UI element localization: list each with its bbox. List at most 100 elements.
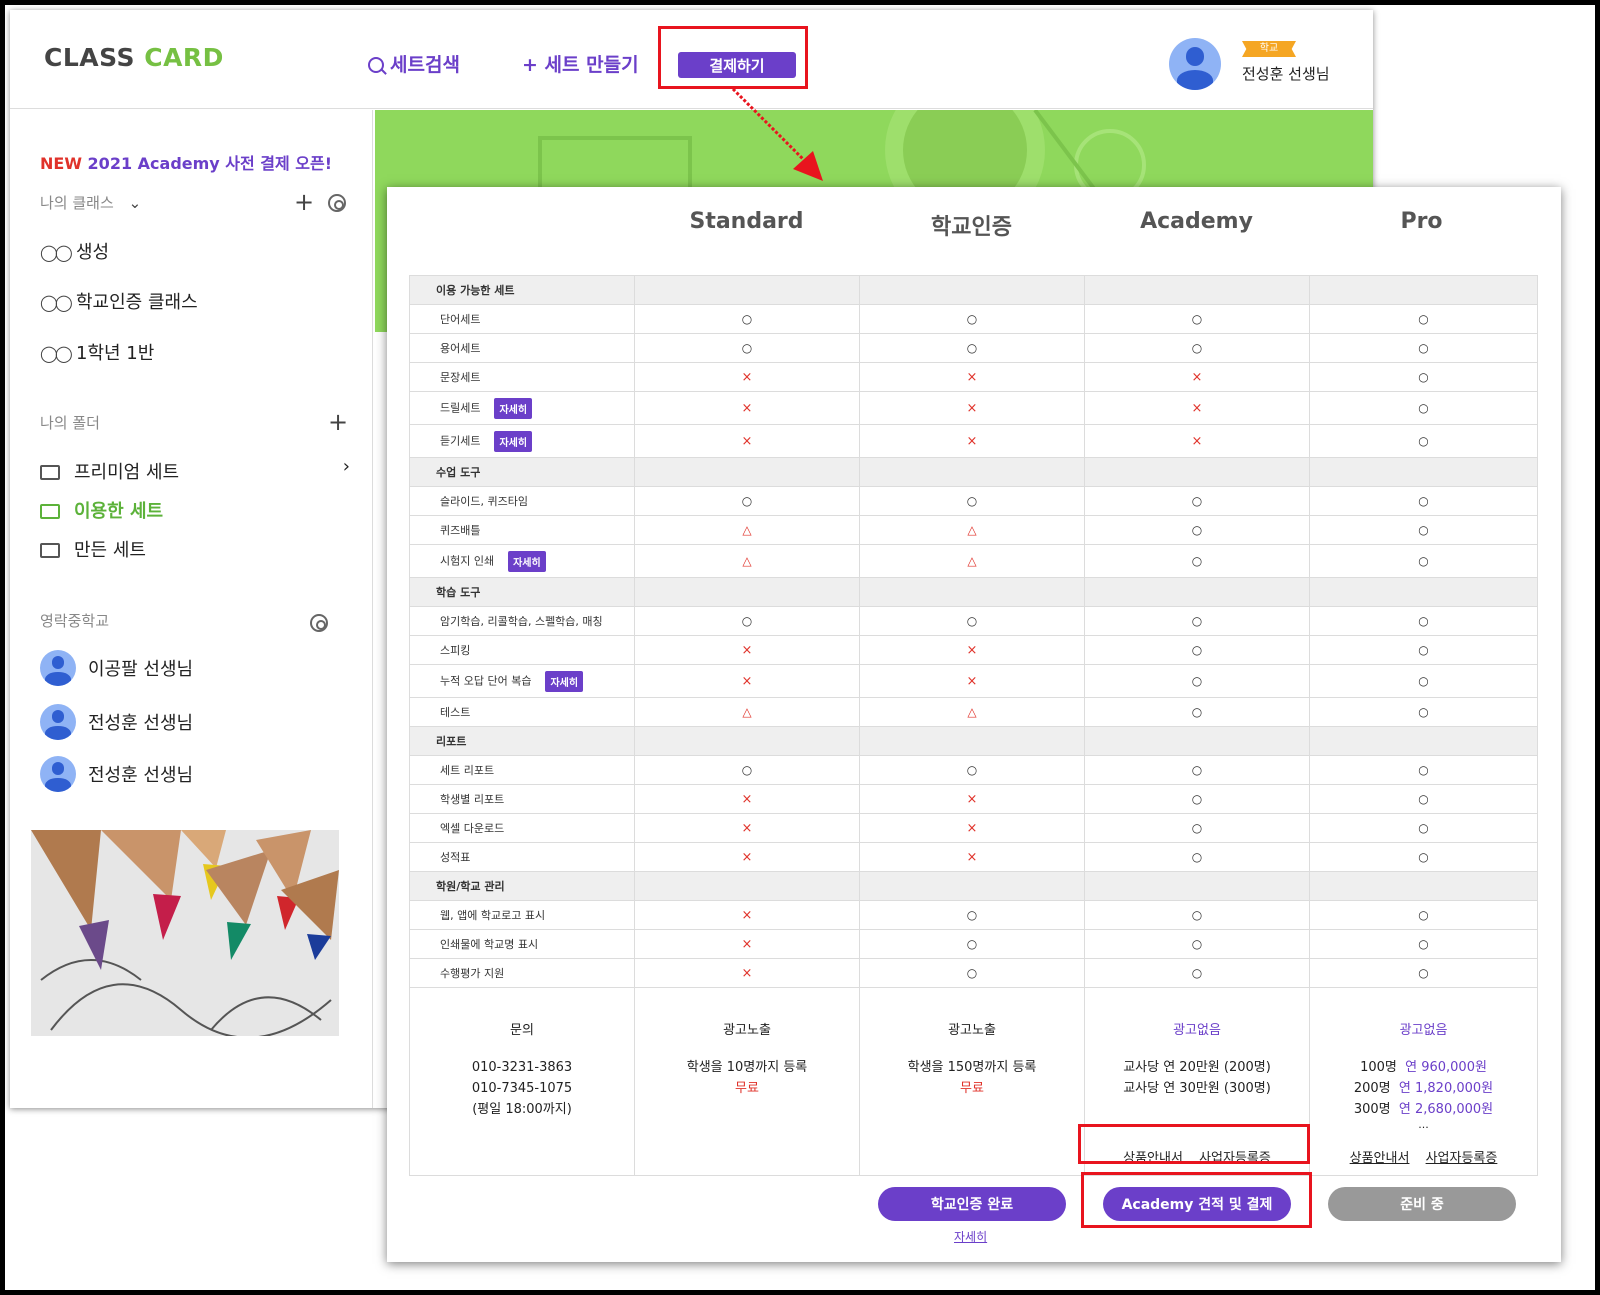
- feature-mark-cell: ○: [1084, 958, 1310, 988]
- feature-label: 테스트: [440, 706, 471, 719]
- school-settings-button[interactable]: [310, 612, 328, 636]
- feature-mark-cell: ○: [1309, 304, 1538, 334]
- add-class-plus-icon[interactable]: +: [294, 190, 314, 214]
- class-item-label: 학교인증 클래스: [76, 292, 198, 313]
- teacher-item-2[interactable]: 전성훈 선생님: [40, 756, 193, 792]
- feature-row: 웹, 앱에 학교로고 표시 × ○ ○ ○: [409, 900, 1538, 930]
- feature-mark-cell: ○: [1084, 515, 1310, 545]
- feature-mark-cell: ○: [1084, 486, 1310, 516]
- ad-status: 광고노출: [948, 1023, 996, 1038]
- folder-icon: [40, 504, 60, 519]
- feature-mark-cell: ×: [859, 813, 1085, 843]
- feature-mark-cell: ×: [859, 362, 1085, 392]
- category-empty-cell: [634, 275, 860, 305]
- feature-mark-cell: ○: [1084, 929, 1310, 959]
- plan-header-school: 학교인증: [931, 215, 1012, 240]
- feature-mark-cell: ×: [859, 842, 1085, 872]
- feature-row: 테스트 △ △ ○ ○: [409, 697, 1538, 727]
- academy-quote-payment-button[interactable]: Academy 견적 및 결제: [1103, 1187, 1291, 1221]
- gear-icon: [310, 614, 328, 632]
- unavailable-mark: ×: [966, 673, 978, 689]
- unavailable-mark: ×: [966, 820, 978, 836]
- available-mark: ○: [1418, 966, 1429, 980]
- feature-row: 세트 리포트 ○ ○ ○ ○: [409, 755, 1538, 785]
- teacher-item-1[interactable]: 전성훈 선생님: [40, 704, 193, 740]
- feature-mark-cell: ×: [859, 424, 1085, 458]
- available-mark: ○: [1418, 370, 1429, 384]
- detail-tag-button[interactable]: 자세히: [494, 430, 533, 452]
- category-empty-cell: [1084, 275, 1310, 305]
- class-item-1[interactable]: ◯◯ 학교인증 클래스: [40, 288, 198, 314]
- unavailable-mark: ×: [741, 433, 753, 449]
- category-empty-cell: [1309, 871, 1538, 901]
- detail-tag-button[interactable]: 자세히: [508, 550, 546, 572]
- teacher-item-0[interactable]: 이공팔 선생님: [40, 650, 193, 686]
- folder-item-1[interactable]: 이용한 세트: [40, 497, 163, 523]
- user-avatar[interactable]: [1169, 38, 1221, 90]
- feature-mark-cell: ×: [859, 784, 1085, 814]
- available-mark: ○: [1418, 908, 1429, 922]
- school-verification-done-button[interactable]: 학교인증 완료: [878, 1187, 1066, 1221]
- available-mark: ○: [1191, 643, 1203, 657]
- feature-label: 누적 오답 단어 복습: [440, 674, 532, 687]
- product-guide-link[interactable]: 상품안내서: [1123, 1151, 1183, 1166]
- class-item-2[interactable]: ◯◯ 1학년 1반: [40, 339, 154, 365]
- plan-price: 무료: [735, 1081, 759, 1096]
- feature-mark-cell: △: [634, 515, 860, 545]
- class-item-0[interactable]: ◯◯ 생성: [40, 238, 109, 264]
- feature-row: 암기학습, 리콜학습, 스펠학습, 매칭 ○ ○ ○ ○: [409, 606, 1538, 636]
- category-label: 학습 도구: [436, 586, 481, 599]
- feature-mark-cell: ×: [634, 391, 860, 425]
- folder-item-2[interactable]: 만든 세트: [40, 536, 146, 562]
- add-folder-plus-icon[interactable]: +: [328, 410, 348, 434]
- set-search-link[interactable]: 세트검색: [368, 50, 460, 77]
- contact-phone[interactable]: 010-7345-1075: [410, 1078, 634, 1099]
- feature-mark-cell: ○: [859, 958, 1085, 988]
- available-mark: ○: [1418, 554, 1429, 568]
- feature-mark-cell: ○: [1084, 784, 1310, 814]
- detail-tag-button[interactable]: 자세히: [545, 670, 584, 692]
- promo-banner-link[interactable]: NEW 2021 Academy 사전 결제 오픈!: [40, 150, 332, 174]
- plan-price: 무료: [960, 1081, 984, 1096]
- create-set-link[interactable]: + 세트 만들기: [522, 50, 639, 77]
- unavailable-mark: ×: [741, 907, 753, 923]
- product-guide-link[interactable]: 상품안내서: [1350, 1151, 1410, 1166]
- pay-button[interactable]: 결제하기: [678, 52, 796, 78]
- business-registration-link[interactable]: 사업자등록증: [1426, 1151, 1498, 1166]
- search-icon: [368, 57, 384, 73]
- user-name[interactable]: 전성훈 선생님: [1242, 63, 1330, 84]
- my-class-dropdown[interactable]: 나의 클래스 ⌄: [40, 192, 141, 213]
- feature-label-cell: 인쇄물에 학교명 표시: [409, 929, 635, 959]
- feature-label-cell: 듣기세트 자세히: [409, 424, 635, 458]
- contact-hours: (평일 18:00까지): [472, 1102, 572, 1117]
- feature-mark-cell: ○: [1084, 842, 1310, 872]
- unavailable-mark: ×: [741, 642, 753, 658]
- available-mark: ○: [1191, 494, 1203, 508]
- feature-mark-cell: △: [634, 697, 860, 727]
- feature-mark-cell: ○: [859, 333, 1085, 363]
- category-label-cell: 리포트: [409, 726, 635, 756]
- class-settings-button[interactable]: [328, 192, 346, 216]
- plan-price-line: 교사당 연 20만원 (200명): [1123, 1060, 1271, 1075]
- class-card-logo[interactable]: CLASS CARD: [44, 43, 224, 72]
- feature-label-cell: 학생별 리포트: [409, 784, 635, 814]
- pro-preparing-button[interactable]: 준비 중: [1328, 1187, 1516, 1221]
- available-mark: ○: [1191, 312, 1203, 326]
- detail-tag-button[interactable]: 자세히: [494, 397, 533, 419]
- my-folder-title: 나의 폴더: [40, 414, 100, 432]
- sidebar: NEW 2021 Academy 사전 결제 오픈! 나의 클래스 ⌄ + ◯◯…: [10, 110, 373, 1108]
- business-registration-link[interactable]: 사업자등록증: [1199, 1151, 1271, 1166]
- feature-row: 누적 오답 단어 복습 자세히 × × ○ ○: [409, 664, 1538, 698]
- feature-mark-cell: ○: [1309, 606, 1538, 636]
- folder-item-0[interactable]: 프리미엄 세트 ›: [40, 456, 350, 484]
- feature-mark-cell: ○: [859, 900, 1085, 930]
- people-icon: ◯◯: [40, 344, 73, 363]
- contact-phone[interactable]: 010-3231-3863: [410, 1057, 634, 1078]
- school-detail-link[interactable]: 자세히: [954, 1228, 987, 1245]
- feature-label-cell: 퀴즈배틀: [409, 515, 635, 545]
- available-mark: ○: [1418, 850, 1429, 864]
- feature-mark-cell: ○: [1309, 544, 1538, 578]
- feature-label: 시험지 인쇄: [440, 554, 495, 567]
- feature-mark-cell: ○: [1084, 900, 1310, 930]
- available-mark: ○: [1191, 792, 1203, 806]
